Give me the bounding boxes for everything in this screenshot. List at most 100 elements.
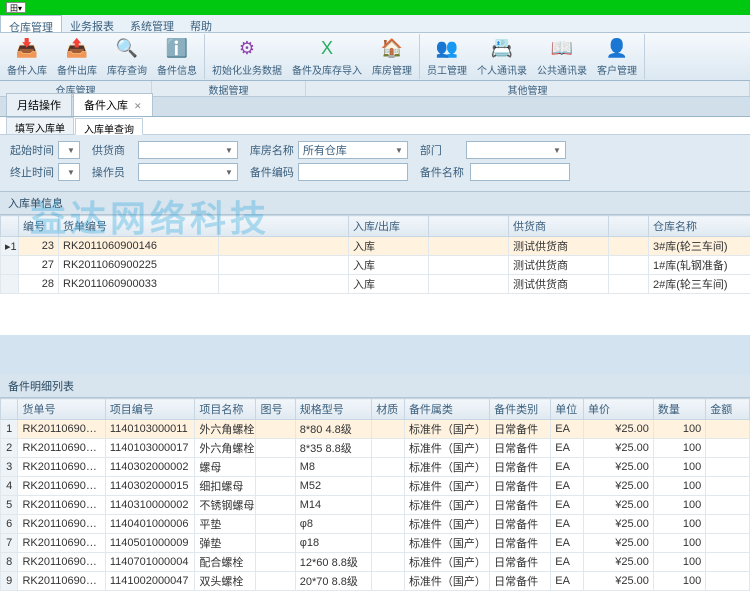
col-header[interactable]: 数量 (653, 399, 705, 420)
ribbon-label: 备件及库存导入 (292, 62, 362, 77)
supplier-input[interactable]: ▼ (138, 141, 238, 159)
col-header[interactable] (429, 216, 509, 237)
part-code-input[interactable] (298, 163, 408, 181)
col-header[interactable] (1, 399, 18, 420)
ribbon: 📥备件入库📤备件出库🔍库存查询ℹ️备件信息⚙初始化业务数据X备件及库存导入🏠库房… (0, 33, 750, 81)
ribbon-label: 库房管理 (372, 62, 412, 77)
menu-warehouse[interactable]: 仓库管理 (0, 15, 62, 32)
table-row[interactable]: 4RK20110690…1140302000015细扣螺母M52标准件（国产）日… (1, 477, 750, 496)
col-header[interactable]: 材质 (372, 399, 405, 420)
warehouse-select[interactable]: 所有仓库▼ (298, 141, 408, 159)
label-start-time: 起始时间 (10, 142, 54, 158)
details-grid[interactable]: 货单号项目编号项目名称图号规格型号材质备件属类备件类别单位单价数量金额1RK20… (0, 398, 750, 591)
col-header[interactable]: 货单号 (18, 399, 105, 420)
ribbon-btn-6[interactable]: 🏠库房管理 (367, 34, 417, 79)
ribbon-icon: 👥 (435, 37, 459, 61)
ribbon-icon: X (315, 37, 339, 61)
chevron-down-icon: ▼ (395, 146, 403, 155)
ribbon-icon: 👤 (605, 37, 629, 61)
label-part-name: 备件名称 (420, 164, 466, 180)
ribbon-btn-10[interactable]: 👤客户管理 (592, 34, 642, 79)
ribbon-group-label: 其他管理 (306, 81, 750, 96)
label-warehouse: 库房名称 (250, 142, 294, 158)
ribbon-label: 备件信息 (157, 62, 197, 77)
tab-month-close[interactable]: 月结操作 (6, 93, 72, 116)
table-row[interactable]: 1RK20110690…1140103000011外六角螺栓8*80 4.8级标… (1, 420, 750, 439)
ribbon-btn-1[interactable]: 📤备件出库 (52, 34, 102, 79)
col-header[interactable]: 单价 (583, 399, 653, 420)
chevron-down-icon: ▼ (67, 168, 75, 177)
col-header[interactable] (609, 216, 649, 237)
menu-bar: 仓库管理 业务报表 系统管理 帮助 (0, 15, 750, 33)
label-department: 部门 (420, 142, 462, 158)
label-supplier: 供货商 (92, 142, 134, 158)
ribbon-btn-7[interactable]: 👥员工管理 (422, 34, 472, 79)
ribbon-label: 员工管理 (427, 62, 467, 77)
office-button[interactable]: 田▾ (6, 2, 26, 13)
col-header[interactable] (219, 216, 349, 237)
ribbon-label: 备件出库 (57, 62, 97, 77)
table-row[interactable]: 28RK2011060900033入库测试供货商2#库(轮三车间)轧区点检 (1, 275, 750, 294)
start-time-input[interactable]: ▼ (58, 141, 80, 159)
ribbon-btn-3[interactable]: ℹ️备件信息 (152, 34, 202, 79)
ribbon-icon: ⚙ (235, 37, 259, 61)
ribbon-label: 初始化业务数据 (212, 62, 282, 77)
end-time-input[interactable]: ▼ (58, 163, 80, 181)
col-header[interactable]: 供货商 (509, 216, 609, 237)
close-icon[interactable]: ✕ (134, 101, 142, 111)
subtab-write[interactable]: 填写入库单 (6, 117, 74, 134)
menu-help[interactable]: 帮助 (182, 15, 220, 32)
ribbon-btn-0[interactable]: 📥备件入库 (2, 34, 52, 79)
table-row[interactable]: ▸123RK2011060900146入库测试供货商3#库(轮三车间)轧区点检 (1, 237, 750, 256)
table-row[interactable]: 6RK20110690…1140401000006平垫φ8标准件（国产）日常备件… (1, 515, 750, 534)
ribbon-icon: 📖 (550, 37, 574, 61)
label-end-time: 终止时间 (10, 164, 54, 180)
table-row[interactable]: 2RK20110690…1140103000017外六角螺栓8*35 8.8级标… (1, 439, 750, 458)
menu-reports[interactable]: 业务报表 (62, 15, 122, 32)
subtab-query[interactable]: 入库单查询 (75, 118, 143, 135)
col-header[interactable]: 图号 (256, 399, 295, 420)
col-header[interactable]: 规格型号 (295, 399, 371, 420)
ribbon-icon: 📥 (15, 37, 39, 61)
col-header[interactable]: 仓库名称 (649, 216, 750, 237)
ribbon-btn-5[interactable]: X备件及库存导入 (287, 34, 367, 79)
filter-panel: 起始时间 ▼ 供货商 ▼ 库房名称 所有仓库▼ 部门 ▼ 终止时间 ▼ 操作员 … (0, 135, 750, 192)
orders-grid[interactable]: 编号货单编号入库/出库供货商仓库名称入库部▸123RK2011060900146… (0, 215, 750, 335)
ribbon-group-label: 数据管理 (152, 81, 306, 96)
col-header[interactable] (1, 216, 19, 237)
tab-parts-in[interactable]: 备件入库✕ (73, 93, 153, 116)
ribbon-btn-8[interactable]: 📇个人通讯录 (472, 34, 532, 79)
department-input[interactable]: ▼ (466, 141, 566, 159)
ribbon-btn-9[interactable]: 📖公共通讯录 (532, 34, 592, 79)
sub-tabs: 填写入库单 入库单查询 (0, 117, 750, 135)
col-header[interactable]: 货单编号 (59, 216, 219, 237)
chevron-down-icon: ▼ (553, 146, 561, 155)
grid2-title: 备件明细列表 (0, 375, 750, 398)
part-name-input[interactable] (470, 163, 570, 181)
table-row[interactable]: 5RK20110690…1140310000002不锈钢螺母M14标准件（国产）… (1, 496, 750, 515)
ribbon-icon: 🔍 (115, 37, 139, 61)
ribbon-icon: ℹ️ (165, 37, 189, 61)
chevron-down-icon: ▼ (225, 146, 233, 155)
label-operator: 操作员 (92, 164, 134, 180)
ribbon-btn-4[interactable]: ⚙初始化业务数据 (207, 34, 287, 79)
ribbon-icon: 📇 (490, 37, 514, 61)
col-header[interactable]: 编号 (19, 216, 59, 237)
ribbon-btn-2[interactable]: 🔍库存查询 (102, 34, 152, 79)
table-row[interactable]: 9RK20110690…1141002000047双头螺栓20*70 8.8级标… (1, 572, 750, 591)
operator-input[interactable]: ▼ (138, 163, 238, 181)
col-header[interactable]: 入库/出库 (349, 216, 429, 237)
table-row[interactable]: 27RK2011060900225入库测试供货商1#库(轧钢准备)轧钢准 (1, 256, 750, 275)
col-header[interactable]: 项目名称 (195, 399, 256, 420)
col-header[interactable]: 项目编号 (105, 399, 195, 420)
table-row[interactable]: 8RK20110690…1140701000004配合螺栓12*60 8.8级标… (1, 553, 750, 572)
menu-system[interactable]: 系统管理 (122, 15, 182, 32)
col-header[interactable]: 金额 (706, 399, 750, 420)
chevron-down-icon: ▼ (225, 168, 233, 177)
col-header[interactable]: 单位 (551, 399, 584, 420)
table-row[interactable]: 3RK20110690…1140302000002螺母M8标准件（国产）日常备件… (1, 458, 750, 477)
col-header[interactable]: 备件属类 (404, 399, 489, 420)
grid1-title: 入库单信息 (0, 192, 750, 215)
col-header[interactable]: 备件类别 (490, 399, 551, 420)
table-row[interactable]: 7RK20110690…1140501000009弹垫φ18标准件（国产）日常备… (1, 534, 750, 553)
